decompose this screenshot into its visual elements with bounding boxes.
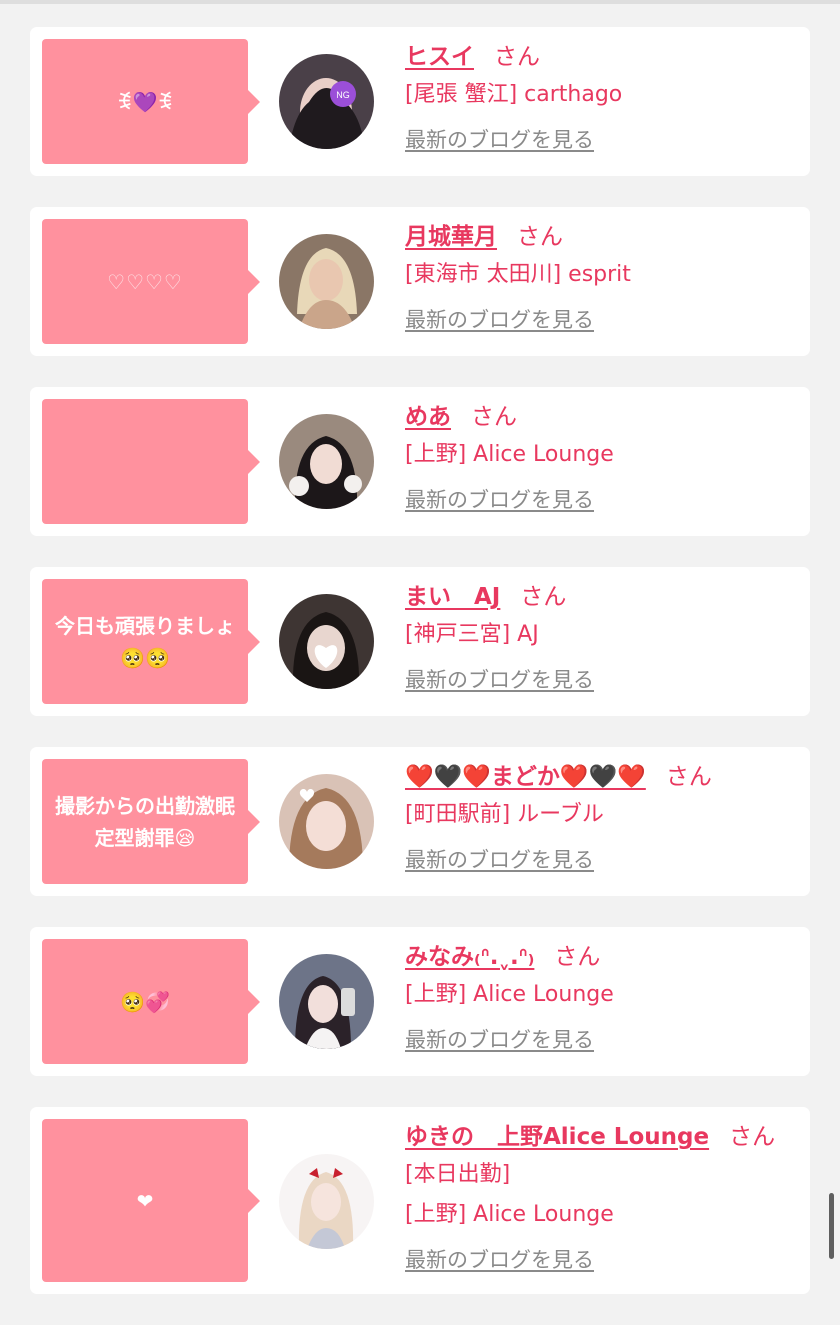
girl-name-link[interactable]: 月城華月 <box>405 224 497 250</box>
list-item: 撮影からの出勤激眠定型謝罪😪 ❤️🖤❤️まどか❤️🖤❤️ さん [町田駅前] ルー… <box>30 747 810 896</box>
message-text: ꉂ💜ꉂ <box>116 89 174 114</box>
shop-info: [上野] Alice Lounge <box>405 442 614 467</box>
latest-blog-link[interactable]: 最新のブログを見る <box>405 655 594 705</box>
honorific: さん <box>665 764 712 790</box>
avatar-photo-icon <box>279 1154 374 1249</box>
avatar[interactable] <box>279 234 374 329</box>
avatar[interactable] <box>279 954 374 1049</box>
girl-name-link[interactable]: まい AJ <box>405 584 500 610</box>
list-item: ꉂ💜ꉂ NG ヒスイ さん [尾張 蟹江] carthago 最新のブログを見る <box>30 27 810 176</box>
message-bubble[interactable]: ꉂ💜ꉂ <box>42 39 260 164</box>
avatar[interactable]: NG <box>279 54 374 149</box>
message-text: 今日も頑張りましょ🥺🥺 <box>55 613 235 670</box>
girl-name-link[interactable]: ヒスイ <box>405 44 474 70</box>
avatar[interactable] <box>279 774 374 869</box>
girl-name-link[interactable]: ❤️🖤❤️まどか❤️🖤❤️ <box>405 764 646 790</box>
avatar[interactable] <box>279 414 374 509</box>
message-text: ♡♡♡♡ <box>107 269 183 294</box>
avatar-photo-icon <box>279 774 374 869</box>
list-item: 今日も頑張りましょ🥺🥺 まい AJ さん [神戸三宮] AJ 最新のブログを見る <box>30 567 810 716</box>
message-bubble[interactable]: 🥺💞 <box>42 939 260 1064</box>
honorific: さん <box>471 404 517 430</box>
message-bubble[interactable]: ♡♡♡♡ <box>42 219 260 344</box>
latest-blog-link[interactable]: 最新のブログを見る <box>405 475 594 525</box>
avatar-photo-icon <box>279 234 374 329</box>
list-item: 🥺💞 みなみ₍ᐢ.ˬ.ᐢ₎ さん [上野] Alice Lounge 最新のブログ… <box>30 927 810 1076</box>
avatar-photo-icon <box>279 954 374 1049</box>
list-item: めあ さん [上野] Alice Lounge 最新のブログを見る <box>30 387 810 536</box>
honorific: さん <box>554 944 601 970</box>
shop-info: [上野] Alice Lounge <box>405 1202 614 1227</box>
message-bubble[interactable] <box>42 399 260 524</box>
girl-name-link[interactable]: ゆきの 上野Alice Lounge <box>405 1124 709 1150</box>
list-item: ❤ ゆきの 上野Alice Lounge さん [本日出勤] [上野] Alice… <box>30 1107 810 1294</box>
avatar[interactable] <box>279 594 374 689</box>
svg-text:NG: NG <box>336 90 350 100</box>
honorific: さん <box>520 584 567 610</box>
message-text: ❤ <box>136 1188 154 1213</box>
list-item: ♡♡♡♡ 月城華月 さん [東海市 太田川] esprit 最新のブログを見る <box>30 207 810 356</box>
top-divider <box>0 0 840 4</box>
shop-info: [町田駅前] ルーブル <box>405 802 604 827</box>
latest-blog-link[interactable]: 最新のブログを見る <box>405 295 594 345</box>
shop-info: [神戸三宮] AJ <box>405 622 539 647</box>
avatar-photo-icon <box>279 414 374 509</box>
latest-blog-link[interactable]: 最新のブログを見る <box>405 1235 594 1285</box>
shop-info: [上野] Alice Lounge <box>405 982 614 1007</box>
honorific: さん <box>494 44 540 70</box>
avatar-photo-icon <box>279 594 374 689</box>
latest-blog-link[interactable]: 最新のブログを見る <box>405 835 594 885</box>
girl-name-link[interactable]: めあ <box>405 404 451 430</box>
scrollbar[interactable] <box>829 1193 834 1259</box>
honorific: さん <box>517 224 563 250</box>
latest-blog-link[interactable]: 最新のブログを見る <box>405 115 594 165</box>
message-text: 撮影からの出勤激眠定型謝罪😪 <box>55 793 235 850</box>
girl-blog-list: ꉂ💜ꉂ NG ヒスイ さん [尾張 蟹江] carthago 最新のブログを見る … <box>30 27 810 1325</box>
girl-name-link[interactable]: みなみ₍ᐢ.ˬ.ᐢ₎ <box>405 944 534 970</box>
avatar-photo-icon: NG <box>279 54 374 149</box>
message-text: 🥺💞 <box>120 989 170 1014</box>
avatar[interactable] <box>279 1154 374 1249</box>
message-bubble[interactable]: 撮影からの出勤激眠定型謝罪😪 <box>42 759 260 884</box>
latest-blog-link[interactable]: 最新のブログを見る <box>405 1015 594 1065</box>
honorific: さん <box>729 1124 776 1150</box>
message-bubble[interactable]: ❤ <box>42 1119 260 1282</box>
message-bubble[interactable]: 今日も頑張りましょ🥺🥺 <box>42 579 260 704</box>
shop-info: [東海市 太田川] esprit <box>405 262 631 287</box>
shop-info: [尾張 蟹江] carthago <box>405 82 623 107</box>
work-status: [本日出勤] <box>405 1162 511 1187</box>
